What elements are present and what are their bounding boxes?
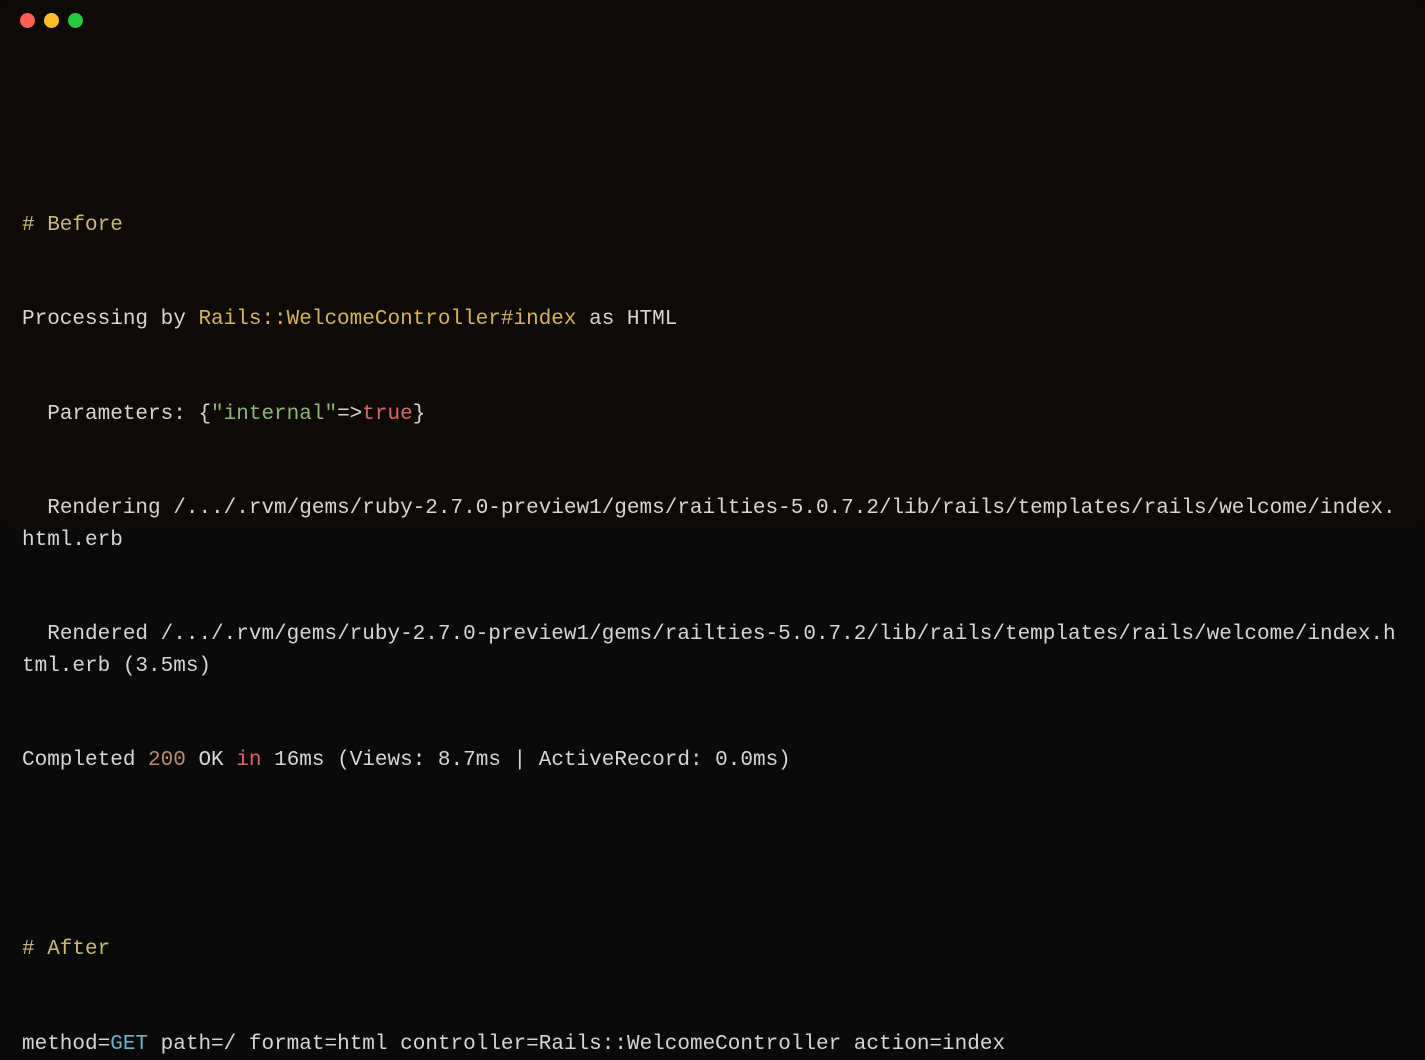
status-code: 200 [148, 749, 186, 772]
kv-value: / [224, 1033, 237, 1056]
text: } [413, 403, 426, 426]
log-parameters-line: Parameters: {"internal"=>true} [22, 399, 1403, 431]
keyword-in: in [236, 749, 261, 772]
text: Completed [22, 749, 148, 772]
blank-line [22, 115, 1403, 147]
param-key: "internal" [211, 403, 337, 426]
log-completed-line: Completed 200 OK in 16ms (Views: 8.7ms |… [22, 745, 1403, 777]
titlebar [0, 0, 1425, 40]
after-heading: # After [22, 934, 1403, 966]
before-heading: # Before [22, 210, 1403, 242]
text: as HTML [577, 308, 678, 331]
minimize-icon[interactable] [44, 13, 59, 28]
text: Parameters: { [22, 403, 211, 426]
text: Processing by [22, 308, 198, 331]
log-rendering-line: Rendering /.../.rvm/gems/ruby-2.7.0-prev… [22, 493, 1403, 556]
kv-key: method= [22, 1033, 110, 1056]
close-icon[interactable] [20, 13, 35, 28]
terminal-window: # Before Processing by Rails::WelcomeCon… [0, 0, 1425, 530]
kv-value: Rails::WelcomeController [539, 1033, 841, 1056]
kv-value: html [337, 1033, 387, 1056]
kv-key: format= [236, 1033, 337, 1056]
maximize-icon[interactable] [68, 13, 83, 28]
text: OK [186, 749, 236, 772]
kv-key: controller= [388, 1033, 539, 1056]
terminal-body: # Before Processing by Rails::WelcomeCon… [0, 40, 1425, 1060]
blank-line [22, 840, 1403, 872]
text: 16ms (Views: 8.7ms | ActiveRecord: 0.0ms… [261, 749, 790, 772]
kv-key: path= [148, 1033, 224, 1056]
lograge-line-1: method=GET path=/ format=html controller… [22, 1029, 1403, 1060]
kv-key: action= [841, 1033, 942, 1056]
text: => [337, 403, 362, 426]
kv-value: GET [110, 1033, 148, 1056]
log-processing-line: Processing by Rails::WelcomeController#i… [22, 304, 1403, 336]
param-value: true [362, 403, 412, 426]
log-rendered-line: Rendered /.../.rvm/gems/ruby-2.7.0-previ… [22, 619, 1403, 682]
controller-action: Rails::WelcomeController#index [198, 308, 576, 331]
kv-value: index [942, 1033, 1005, 1056]
